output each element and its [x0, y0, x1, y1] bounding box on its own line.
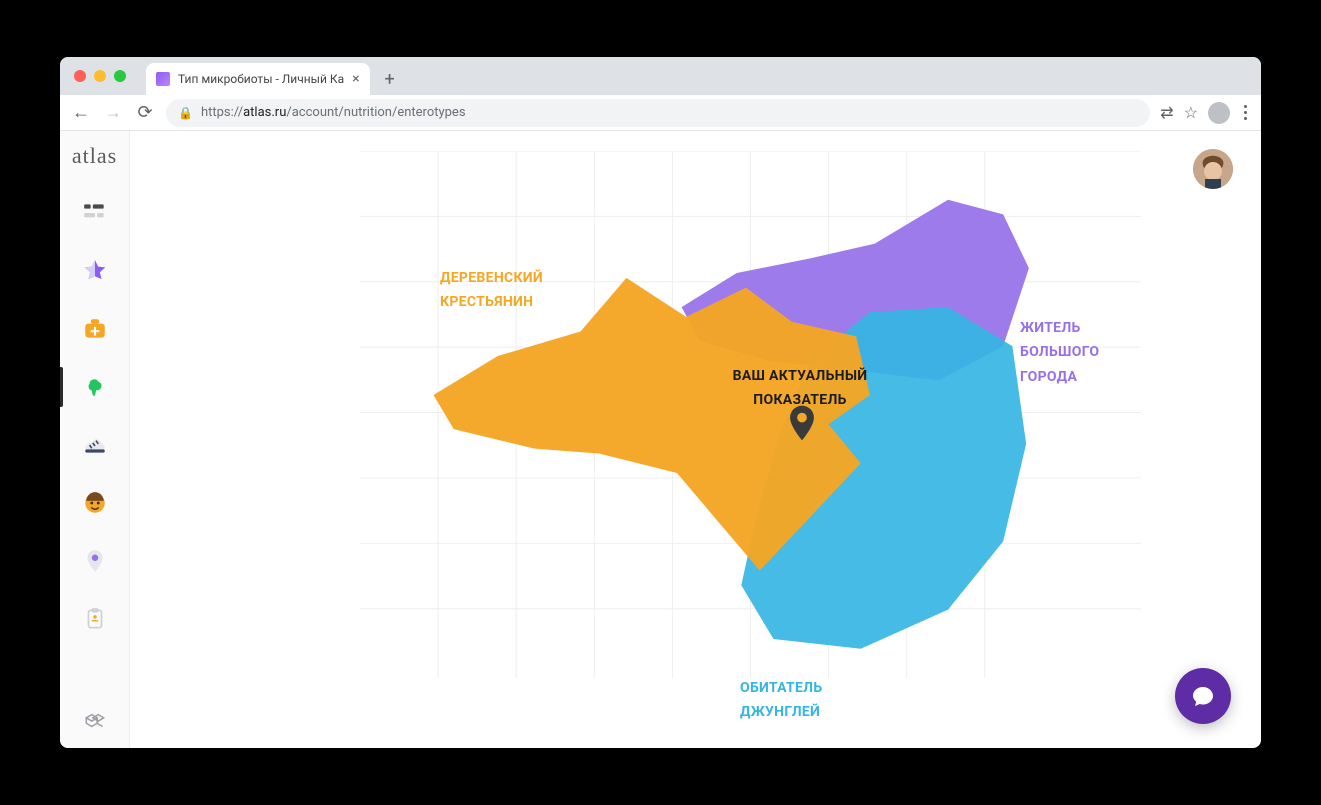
- sidebar: atlas: [60, 131, 130, 748]
- sidebar-item-bottom[interactable]: [60, 692, 130, 748]
- your-score-marker: [789, 405, 815, 441]
- boxes-icon: [82, 707, 108, 733]
- chart-svg: [360, 151, 1141, 678]
- user-avatar[interactable]: [1193, 149, 1233, 189]
- reload-button[interactable]: ⟳: [134, 102, 156, 123]
- profile-icon[interactable]: [1208, 102, 1230, 124]
- sidebar-item-sport[interactable]: [60, 417, 130, 473]
- pin-icon: [82, 548, 108, 574]
- forward-button: →: [102, 102, 124, 123]
- window-close-button[interactable]: [74, 70, 86, 82]
- app-frame: atlas: [60, 131, 1261, 748]
- browser-menu-button[interactable]: [1240, 105, 1251, 120]
- bookmark-star-icon[interactable]: ☆: [1184, 103, 1198, 122]
- label-your-score: ВАШ АКТУАЛЬНЫЙПОКАЗАТЕЛЬ: [710, 339, 890, 413]
- translate-icon[interactable]: ⇄: [1160, 103, 1173, 122]
- browser-tab[interactable]: Тип микробиоты - Личный Ка ×: [146, 63, 370, 95]
- enterotype-chart: ДЕРЕВЕНСКИЙКРЕСТЬЯНИН ЖИТЕЛЬБОЛЬШОГОГОРО…: [360, 151, 1141, 678]
- content-area: ДЕРЕВЕНСКИЙКРЕСТЬЯНИН ЖИТЕЛЬБОЛЬШОГОГОРО…: [130, 131, 1261, 748]
- browser-window: Тип микробиоты - Личный Ка × + ← → ⟳ 🔒 h…: [60, 57, 1261, 748]
- browser-tabbar: Тип микробиоты - Личный Ка × +: [60, 57, 1261, 95]
- label-villager: ДЕРЕВЕНСКИЙКРЕСТЬЯНИН: [440, 241, 543, 315]
- back-button[interactable]: ←: [70, 102, 92, 123]
- label-jungle: ОБИТАТЕЛЬДЖУНГЛЕЙ: [740, 651, 822, 725]
- sidebar-item-location[interactable]: [60, 533, 130, 589]
- window-maximize-button[interactable]: [114, 70, 126, 82]
- lock-icon: 🔒: [178, 106, 193, 120]
- clipboard-icon: [82, 606, 108, 632]
- chat-button[interactable]: [1175, 668, 1231, 724]
- label-city: ЖИТЕЛЬБОЛЬШОГОГОРОДА: [1020, 291, 1099, 389]
- tab-title: Тип микробиоты - Личный Ка: [178, 72, 344, 86]
- sneaker-icon: [82, 432, 108, 458]
- sidebar-item-documents[interactable]: [60, 591, 130, 647]
- window-minimize-button[interactable]: [94, 70, 106, 82]
- chat-icon: [1191, 684, 1215, 708]
- url-text: https://atlas.ru/account/nutrition/enter…: [201, 105, 466, 120]
- tab-close-button[interactable]: ×: [352, 72, 359, 86]
- sidebar-item-profile-section[interactable]: [60, 475, 130, 531]
- sidebar-item-health[interactable]: [60, 301, 130, 357]
- sidebar-item-dashboard[interactable]: [60, 185, 130, 241]
- browser-toolbar: ← → ⟳ 🔒 https://atlas.ru/account/nutriti…: [60, 95, 1261, 131]
- broccoli-icon: [82, 374, 108, 400]
- star-icon: [82, 258, 108, 284]
- address-bar[interactable]: 🔒 https://atlas.ru/account/nutrition/ent…: [166, 99, 1150, 127]
- app-logo[interactable]: atlas: [72, 143, 117, 169]
- face-icon: [82, 490, 108, 516]
- dashboard-icon: [82, 200, 108, 226]
- tab-favicon-icon: [156, 72, 170, 86]
- medkit-icon: [82, 316, 108, 342]
- new-tab-button[interactable]: +: [376, 65, 404, 93]
- sidebar-item-recommendations[interactable]: [60, 243, 130, 299]
- window-controls: [60, 57, 140, 95]
- sidebar-item-nutrition[interactable]: [60, 359, 130, 415]
